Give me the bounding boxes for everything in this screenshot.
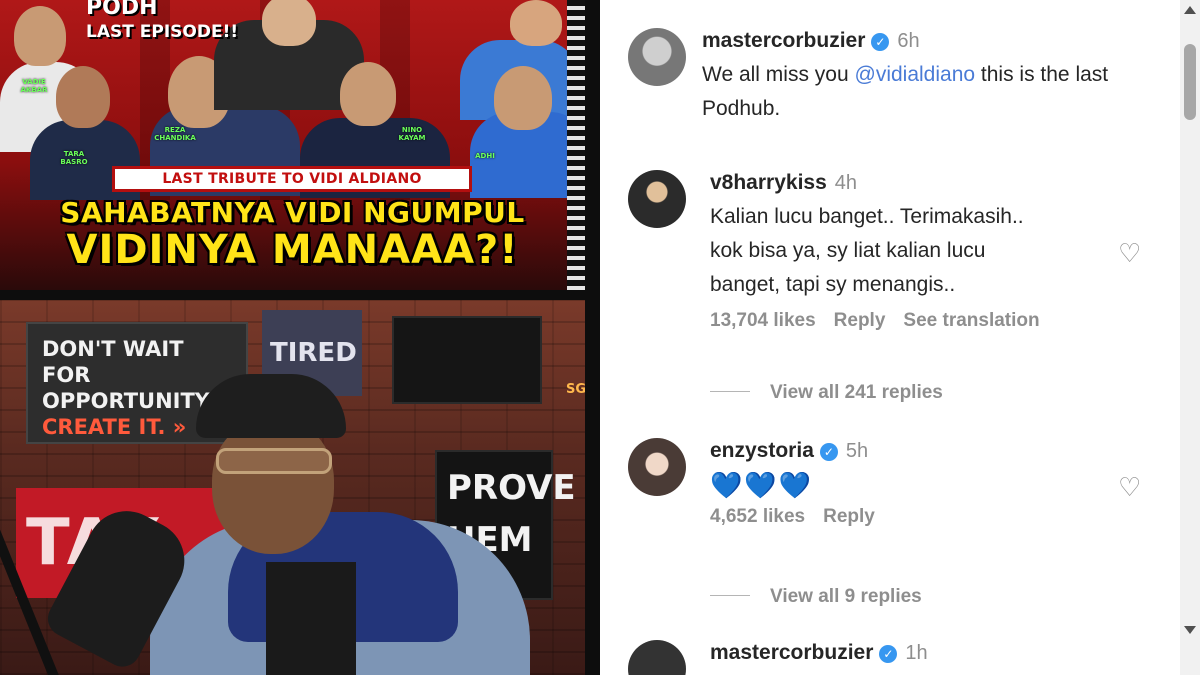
view-replies-label: View all 241 replies [770, 382, 943, 403]
comment-meta: 13,704 likes Reply See translation [710, 310, 1130, 332]
view-replies-button[interactable]: View all 9 replies [710, 586, 922, 608]
comment-header: mastercorbuzier ✓ 1h [710, 640, 1130, 666]
comment-text: Kalian lucu banget.. Terimakasih.. kok b… [710, 205, 1024, 296]
host-shirt [266, 562, 356, 675]
reply-button[interactable]: Reply [834, 310, 886, 331]
like-count[interactable]: 4,652 likes [710, 506, 805, 527]
person-face [262, 0, 316, 46]
host-face [212, 418, 334, 554]
like-heart-icon[interactable]: ♡ [1118, 472, 1141, 503]
username[interactable]: mastercorbuzier [710, 641, 873, 664]
tribute-banner: LAST TRIBUTE TO VIDI ALDIANO [112, 166, 472, 192]
video-frame[interactable]: DON'T WAIT FOR OPPORTUNITY, CREATE IT. »… [0, 300, 585, 675]
thumbnail-title: PODH LAST EPISODE!! [86, 0, 238, 44]
verified-badge-icon: ✓ [819, 443, 838, 461]
mention-link[interactable]: @vidialdiano [855, 63, 976, 86]
scrollbar-thumb[interactable] [1184, 44, 1196, 120]
thumbnail-title-sub: LAST EPISODE!! [86, 22, 239, 42]
reply-button[interactable]: Reply [823, 506, 875, 527]
scroll-down-arrow-icon[interactable] [1184, 626, 1196, 634]
neon-side-letters: SGASG [566, 382, 585, 397]
comment-meta: 4,652 likes Reply [710, 506, 1130, 528]
comment-body: mastercorbuzier ✓ 6h We all miss you @vidi… [702, 28, 1122, 126]
timestamp[interactable]: 4h [835, 172, 857, 194]
headline-line-1: SAHABATNYA VIDI NGUMPUL [60, 196, 525, 229]
avatar[interactable] [628, 640, 686, 675]
timestamp[interactable]: 5h [846, 440, 868, 462]
see-translation-button[interactable]: See translation [903, 310, 1039, 331]
person-face [14, 6, 66, 66]
avatar[interactable] [628, 438, 686, 496]
replies-dash [710, 595, 750, 596]
username[interactable]: v8harrykiss [710, 171, 827, 194]
avatar[interactable] [628, 170, 686, 228]
username[interactable]: enzystoria [710, 439, 814, 462]
post-media[interactable]: VADIE AKBAR TARA BASRO REZA CHANDIKA NIN… [0, 0, 600, 675]
person-face [510, 0, 562, 46]
comments-panel[interactable]: mastercorbuzier ✓ 6h We all miss you @vidi… [600, 0, 1200, 675]
comment-header: mastercorbuzier ✓ 6h [702, 28, 1122, 54]
thumbnail-title-main: PODH [86, 0, 158, 20]
sign-prove-line-1: PROVE [447, 468, 576, 508]
headline-line-2: VIDINYA MANAAA?! [66, 227, 519, 273]
host-glasses [216, 448, 332, 474]
host-cap [196, 374, 346, 438]
comment-text-start: We all miss you [702, 63, 855, 86]
podcast-thumbnail: VADIE AKBAR TARA BASRO REZA CHANDIKA NIN… [0, 0, 585, 290]
comment-body: v8harrykiss 4h Kalian lucu banget.. Terim… [710, 170, 1130, 332]
comment-text: We all miss you @vidialdiano this is the… [702, 58, 1122, 126]
comment-text: 💙💙💙 [710, 470, 814, 500]
verified-badge-icon: ✓ [871, 33, 890, 51]
timestamp[interactable]: 6h [897, 30, 919, 52]
name-tag: NINO KAYAM [398, 126, 426, 142]
like-count[interactable]: 13,704 likes [710, 310, 816, 331]
replies-dash [710, 391, 750, 392]
person-face [494, 66, 552, 130]
view-replies-label: View all 9 replies [770, 586, 922, 607]
scrollbar[interactable] [1180, 0, 1200, 675]
person-face [56, 66, 110, 128]
name-tag: VADIE AKBAR [20, 78, 48, 94]
sign-dont-wait-line-1: DON'T WAIT FOR [42, 337, 184, 387]
name-tag: ADHI [475, 152, 495, 160]
view-replies-button[interactable]: View all 241 replies [710, 382, 943, 404]
comment-header: enzystoria ✓ 5h [710, 438, 1130, 464]
person-face [340, 62, 396, 126]
film-strip-decoration [567, 0, 585, 290]
comment-body: mastercorbuzier ✓ 1h [710, 640, 1130, 666]
sign-dark-frame [392, 316, 542, 404]
username[interactable]: mastercorbuzier [702, 29, 865, 52]
name-tag: TARA BASRO [60, 150, 88, 166]
avatar[interactable] [628, 28, 686, 86]
comment-body: enzystoria ✓ 5h 💙💙💙 4,652 likes Reply [710, 438, 1130, 528]
comment-header: v8harrykiss 4h [710, 170, 1130, 196]
name-tag: REZA CHANDIKA [154, 126, 196, 142]
like-heart-icon[interactable]: ♡ [1118, 238, 1141, 269]
scroll-up-arrow-icon[interactable] [1184, 6, 1196, 14]
timestamp[interactable]: 1h [905, 642, 927, 664]
verified-badge-icon: ✓ [879, 645, 898, 663]
